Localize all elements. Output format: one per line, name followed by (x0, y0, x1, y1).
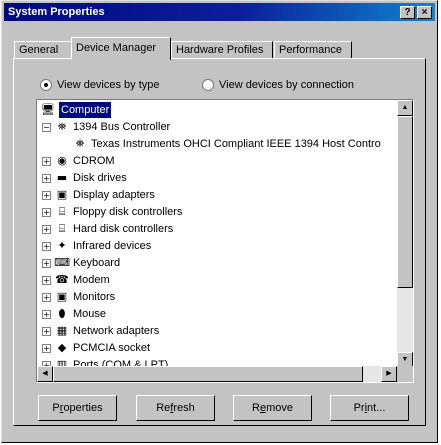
collapse-icon[interactable]: − (42, 122, 51, 132)
expand-icon[interactable]: + (42, 309, 51, 319)
floppy-controller-icon: ⌸ (58, 205, 66, 218)
bus-controller-icon: ⛯ (57, 120, 67, 133)
print-button[interactable]: Print... (330, 395, 409, 421)
tree-item[interactable]: + ▣ Monitors (42, 289, 115, 305)
view-by-type-label: View devices by type (57, 79, 160, 91)
tree-item-computer[interactable]: 🖥 Computer (41, 102, 112, 118)
tree-item[interactable]: + ✦ Infrared devices (42, 238, 151, 254)
display-adapter-icon: ▣ (56, 188, 68, 201)
expand-icon[interactable]: + (42, 224, 51, 234)
device-tree: 🖥 Computer − ⛯ 1394 Bus Controller ⛯ Tex… (37, 100, 397, 368)
view-by-connection-option[interactable]: View devices by connection (202, 79, 354, 91)
help-button[interactable]: ? (400, 6, 415, 19)
arrow-left-icon: ◀ (42, 370, 48, 377)
expand-icon[interactable]: + (42, 173, 51, 183)
tree-item[interactable]: + ☎ Modem (42, 272, 110, 288)
monitor-icon: ▣ (56, 290, 68, 303)
tab-general[interactable]: General (14, 41, 72, 59)
arrow-right-icon: ▶ (386, 370, 392, 377)
expand-icon[interactable]: + (42, 343, 51, 353)
expand-icon[interactable]: + (42, 190, 51, 200)
scroll-right-button[interactable]: ▶ (381, 366, 397, 382)
expand-icon[interactable]: + (42, 156, 51, 166)
vertical-scroll-thumb[interactable] (397, 116, 413, 288)
view-by-connection-radio[interactable] (202, 79, 214, 91)
scrollbar-corner (397, 366, 413, 382)
hard-disk-controller-icon: ⌸ (58, 222, 66, 235)
tree-item[interactable]: + ▦ Network adapters (42, 323, 159, 339)
computer-icon: 🖥 (41, 103, 55, 116)
infrared-icon: ✦ (57, 239, 67, 252)
tree-item[interactable]: + ▬ Disk drives (42, 170, 127, 186)
system-properties-window: System Properties ? × General Device Man… (1, 0, 438, 443)
view-by-connection-label: View devices by connection (219, 79, 354, 91)
network-adapter-icon: ▦ (56, 324, 68, 337)
tree-item[interactable]: + ⌸ Floppy disk controllers (42, 204, 182, 220)
cdrom-icon: ◉ (57, 154, 67, 167)
device-tree-listbox[interactable]: 🖥 Computer − ⛯ 1394 Bus Controller ⛯ Tex… (36, 99, 414, 383)
horizontal-scrollbar[interactable]: ◀ ▶ (37, 366, 397, 382)
help-icon: ? (404, 7, 411, 18)
tab-device-manager[interactable]: Device Manager (71, 37, 171, 60)
tab-hardware-profiles[interactable]: Hardware Profiles (171, 41, 273, 59)
tree-item[interactable]: + ⌸ Hard disk controllers (42, 221, 173, 237)
title-bar[interactable]: System Properties ? × (4, 3, 435, 21)
keyboard-icon: ⌨ (54, 256, 70, 269)
close-icon: × (421, 7, 428, 18)
remove-button[interactable]: Remove (233, 395, 312, 421)
expand-icon[interactable]: + (42, 326, 51, 336)
expand-icon[interactable]: + (42, 258, 51, 268)
properties-button[interactable]: Properties (38, 395, 117, 421)
view-by-type-radio[interactable] (40, 79, 52, 91)
expand-icon[interactable]: + (42, 241, 51, 251)
modem-icon: ☎ (55, 273, 69, 286)
vertical-scrollbar[interactable]: ▲ ▼ (397, 100, 413, 368)
tree-item[interactable]: ⛯ Texas Instruments OHCI Compliant IEEE … (73, 136, 381, 152)
window-title: System Properties (8, 6, 105, 18)
pcmcia-icon: ◆ (57, 341, 67, 354)
expand-icon[interactable]: + (42, 275, 51, 285)
view-by-type-option[interactable]: View devices by type (40, 79, 160, 91)
tree-item[interactable]: − ⛯ 1394 Bus Controller (42, 119, 170, 135)
horizontal-scroll-thumb[interactable] (53, 366, 363, 382)
device-icon: ⛯ (75, 137, 85, 150)
arrow-down-icon: ▼ (401, 356, 409, 363)
tree-item[interactable]: + ◉ CDROM (42, 153, 115, 169)
scroll-up-button[interactable]: ▲ (397, 100, 413, 116)
expand-icon[interactable]: + (42, 207, 51, 217)
disk-drive-icon: ▬ (56, 171, 68, 184)
expand-icon[interactable]: + (42, 292, 51, 302)
tree-item[interactable]: + ◆ PCMCIA socket (42, 340, 150, 356)
mouse-icon: ⬮ (58, 307, 66, 320)
close-button[interactable]: × (417, 6, 432, 19)
tree-item[interactable]: + ⌨ Keyboard (42, 255, 120, 271)
tree-item[interactable]: + ⬮ Mouse (42, 306, 106, 322)
tree-item[interactable]: + ▣ Display adapters (42, 187, 155, 203)
scroll-left-button[interactable]: ◀ (37, 366, 53, 382)
tab-performance[interactable]: Performance (274, 41, 352, 59)
arrow-up-icon: ▲ (401, 104, 409, 111)
refresh-button[interactable]: Refresh (136, 395, 215, 421)
